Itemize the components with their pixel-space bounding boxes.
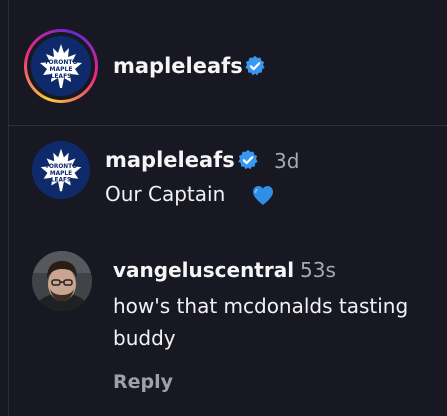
maple-leaf-icon: TORONTO MAPLE LEAFS (32, 141, 90, 199)
avatar-gap: TORONTO MAPLE LEAFS (27, 32, 95, 100)
maple-leafs-logo-avatar[interactable]: TORONTO MAPLE LEAFS (32, 141, 90, 199)
reply-button[interactable]: Reply (113, 370, 173, 394)
post-username[interactable]: mapleleafs (105, 148, 235, 172)
svg-text:MAPLE: MAPLE (50, 66, 73, 73)
header-username[interactable]: mapleleafs (113, 54, 243, 78)
comment-username[interactable]: vangeluscentral (113, 258, 294, 282)
verified-badge-icon (238, 149, 258, 170)
story-ring[interactable]: TORONTO MAPLE LEAFS (24, 29, 98, 103)
post-timestamp[interactable]: 3d (274, 149, 299, 173)
svg-text:TORONTO: TORONTO (44, 59, 77, 66)
header-divider (8, 125, 447, 126)
svg-text:LEAFS: LEAFS (51, 178, 71, 184)
comment-text: how's that mcdonalds tasting buddy (113, 294, 409, 350)
post-header: TORONTO MAPLE LEAFS mapleleafs (0, 0, 447, 126)
svg-text:TORONTO: TORONTO (45, 164, 77, 170)
avatar[interactable] (32, 251, 92, 311)
user-photo-avatar (32, 251, 92, 311)
blue-heart-icon (253, 186, 273, 205)
maple-leaf-icon: TORONTO MAPLE LEAFS (31, 36, 91, 96)
post-caption: Our Captain (105, 182, 226, 206)
comment-timestamp[interactable]: 53s (300, 258, 336, 282)
svg-text:LEAFS: LEAFS (51, 73, 72, 80)
comment-thread-panel: TORONTO MAPLE LEAFS mapleleafs TORONTO M… (0, 0, 447, 416)
verified-badge-icon (245, 55, 265, 76)
maple-leafs-logo-avatar[interactable]: TORONTO MAPLE LEAFS (31, 36, 91, 96)
svg-text:MAPLE: MAPLE (50, 171, 72, 177)
